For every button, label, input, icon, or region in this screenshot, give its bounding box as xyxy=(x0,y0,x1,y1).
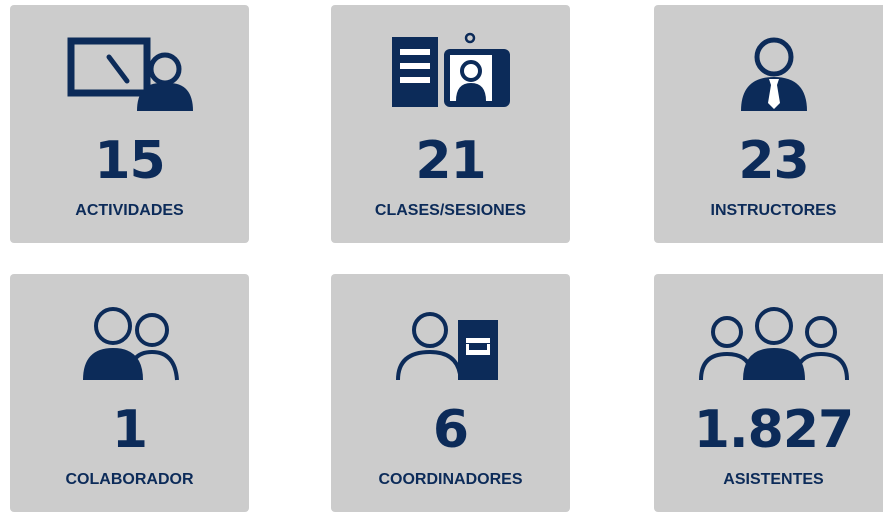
collaborators-icon xyxy=(10,300,249,382)
stat-label: COORDINADORES xyxy=(378,471,523,488)
stat-value: 21 xyxy=(415,131,486,191)
coordinator-icon xyxy=(331,300,570,382)
stat-label: ASISTENTES xyxy=(723,471,824,488)
stat-label: COLABORADOR xyxy=(65,471,194,488)
instructor-icon xyxy=(654,31,883,113)
stat-card-instructores: 23 INSTRUCTORES xyxy=(654,5,883,243)
stat-label: ACTIVIDADES xyxy=(75,202,184,219)
stat-card-coordinadores: 6 COORDINADORES xyxy=(331,274,570,512)
stat-card-asistentes: 1.827 ASISTENTES xyxy=(654,274,883,512)
stat-value: 6 xyxy=(432,400,469,460)
attendees-icon xyxy=(654,300,883,382)
stat-value: 23 xyxy=(738,131,809,191)
stat-value: 1.827 xyxy=(693,400,854,460)
stat-value: 1 xyxy=(111,400,148,460)
stat-label: CLASES/SESIONES xyxy=(374,202,527,219)
stat-card-clases-sesiones: 21 CLASES/SESIONES xyxy=(331,5,570,243)
video-class-icon xyxy=(331,31,570,113)
stat-card-actividades: 15 ACTIVIDADES xyxy=(10,5,249,243)
stat-card-colaborador: 1 COLABORADOR xyxy=(10,274,249,512)
stat-label: INSTRUCTORES xyxy=(710,202,837,219)
stat-value: 15 xyxy=(94,131,165,191)
presentation-icon xyxy=(10,31,249,113)
